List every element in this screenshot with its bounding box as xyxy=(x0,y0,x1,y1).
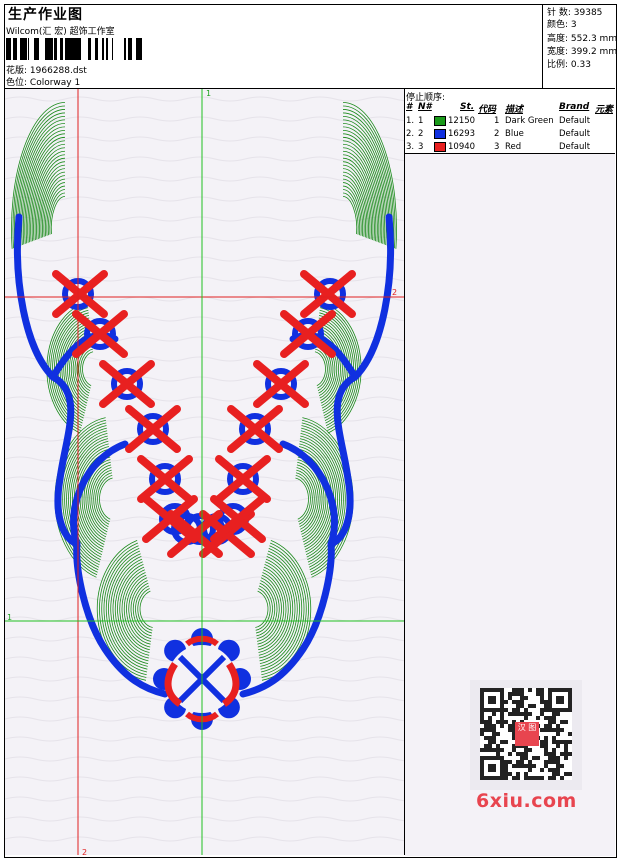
stat-colors: 颜色: 3 xyxy=(547,20,577,30)
qr-code: 汉 图 xyxy=(470,680,582,790)
embroidery-design: 1 1 2 2 xyxy=(5,89,404,855)
col-code: 代码 xyxy=(478,105,497,115)
colorway-info: 色位: Colorway 1 xyxy=(6,75,80,88)
stamp-logo: 汉 图 xyxy=(515,722,539,746)
color-row[interactable]: 3. 3 10940 3 Red Default xyxy=(405,142,615,154)
stats-panel: 针 数: 39385 颜色: 3 高度: 552.3 mm 宽度: 399.2 … xyxy=(542,4,618,88)
color-swatch xyxy=(434,142,446,152)
col-n: N# xyxy=(418,102,432,112)
guide-label-right: 2 xyxy=(392,288,397,297)
colorway-value: Colorway 1 xyxy=(29,78,81,88)
header: 生产作业图 Wilcom(汇 宏) 超饰工作室 花版: 1966288.dst … xyxy=(4,4,618,89)
color-sequence-table: 停止顺序: # N# St. 代码 描述 Brand 元素 1. 1 12150… xyxy=(405,89,615,154)
stat-height: 高度: 552.3 mm xyxy=(547,34,618,44)
col-num: # xyxy=(406,102,413,112)
col-element: 元素 xyxy=(595,105,614,115)
stat-scale: 比例: 0.33 xyxy=(547,60,591,70)
watermark-text: 6xiu.com xyxy=(476,790,577,812)
guide-label-bottom: 2 xyxy=(82,848,87,855)
stat-width: 宽度: 399.2 mm xyxy=(547,47,618,57)
studio-name: Wilcom(汇 宏) 超饰工作室 xyxy=(6,27,115,37)
design-canvas[interactable]: 1 1 2 2 xyxy=(5,89,405,855)
col-desc: 描述 xyxy=(505,105,524,115)
col-brand: Brand xyxy=(559,102,590,112)
page-title: 生产作业图 xyxy=(8,7,83,23)
color-row[interactable]: 2. 2 16293 2 Blue Default xyxy=(405,129,615,141)
color-row[interactable]: 1. 1 12150 1 Dark Green Default xyxy=(405,116,615,128)
guide-label-top: 1 xyxy=(206,89,211,98)
barcode xyxy=(6,38,142,60)
guide-label-left: 1 xyxy=(7,613,12,622)
colorway-label: 色位: xyxy=(6,78,28,88)
color-swatch xyxy=(434,129,446,139)
color-swatch xyxy=(434,116,446,126)
col-stitches: St. xyxy=(460,102,475,112)
